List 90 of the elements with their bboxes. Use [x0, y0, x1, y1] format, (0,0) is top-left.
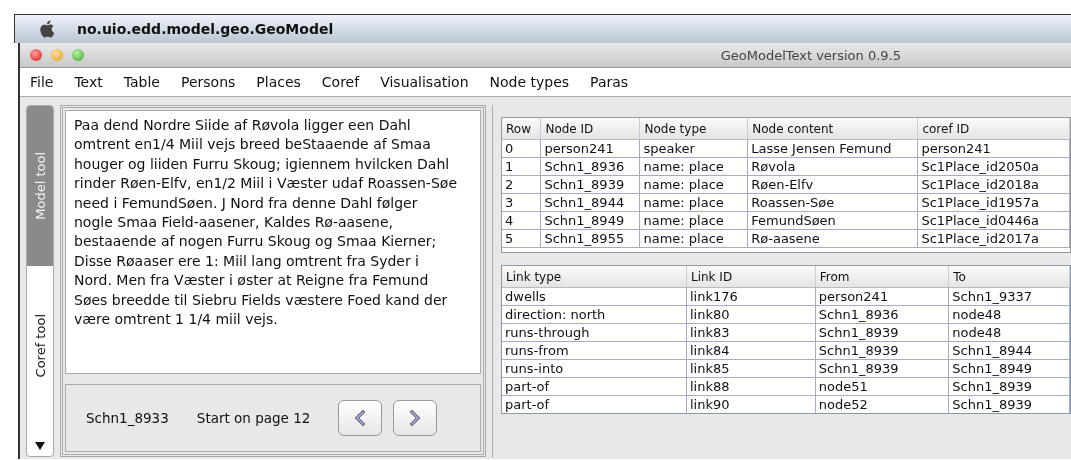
menu-item[interactable]: Persons [180, 74, 236, 90]
table-cell: link88 [686, 377, 816, 396]
previous-icon [353, 409, 368, 427]
table-cell: Schn1_8939 [815, 323, 949, 342]
table-cell: Schn1_9337 [948, 287, 1070, 306]
table-cell: runs-from [502, 341, 687, 360]
table-cell: Roassen-Søe [747, 193, 918, 212]
table-cell: Schn1_8949 [948, 359, 1070, 378]
node-id-label: Schn1_8933 [86, 410, 169, 426]
table-cell: name: place [639, 229, 748, 248]
column-header[interactable]: Node type [639, 118, 748, 140]
table-cell: Schn1_8944 [540, 193, 640, 212]
table-cell: Sc1Place_id2017a [917, 229, 1070, 248]
table-cell: Schn1_8944 [948, 341, 1070, 360]
table-cell: Sc1Place_id1957a [917, 193, 1070, 212]
table-cell: Schn1_8939 [815, 341, 949, 360]
column-header[interactable]: To [948, 266, 1070, 288]
table-cell: Schn1_8939 [540, 175, 640, 194]
table-cell: link83 [686, 323, 816, 342]
table-cell: runs-into [502, 359, 687, 378]
column-header[interactable]: coref ID [917, 118, 1070, 140]
table-cell: link85 [686, 359, 816, 378]
zoom-button[interactable] [72, 49, 84, 61]
table-cell: speaker [639, 139, 748, 158]
previous-button[interactable] [338, 400, 383, 436]
menu-item[interactable]: Paras [590, 74, 629, 90]
app-name[interactable]: no.uio.edd.model.geo.GeoModel [77, 21, 334, 37]
column-header[interactable]: Row [502, 118, 541, 140]
column-header[interactable]: Node content [747, 118, 918, 140]
minimize-button[interactable] [51, 49, 63, 61]
next-button[interactable] [393, 400, 438, 436]
column-header[interactable]: Link type [502, 266, 687, 288]
table-cell: node48 [948, 305, 1070, 324]
table-cell: 2 [502, 175, 541, 194]
table-cell: FemundSøen [747, 211, 918, 230]
table-cell: name: place [639, 157, 748, 176]
menu-item[interactable]: Coref [321, 74, 360, 90]
table-cell: node48 [948, 323, 1070, 342]
table-cell: runs-through [502, 323, 687, 342]
table-cell: Schn1_8955 [540, 229, 640, 248]
table-cell: Schn1_8949 [540, 211, 640, 230]
table-cell: dwells [502, 287, 687, 306]
source-text: Paa dend Nordre Siide af Røvola ligger een Dahl omtrent en1/4 Miil vejs breed beStaaende af Smaa houger og liiden Furru Skoug; igiennem hvilcken Dahl rinder Røen-Elfv, en1/2 Miil i Væster udaf Roassen-Søe need i FemundSøen. J Nord fra denne Dahl følger nogle Smaa Field-aasener, Kaldes Rø-aasene, bestaaende af nogen Furru Skoug og Smaa Kierner; Disse Røaaser ere 1: Miil lang omtrent fra Syder i Nord. Men fra Væster i øster at Reigne fra Femund Søes breedde til Siebru Fields væstere Foed kand der være omtrent 1 1/4 miil vejs. [74, 116, 458, 330]
next-icon [408, 409, 423, 427]
table-cell: name: place [639, 175, 748, 194]
scroll-down-icon[interactable] [35, 442, 45, 450]
table-cell: Sc1Place_id0446a [917, 211, 1070, 230]
table-cell: Schn1_8939 [948, 395, 1070, 413]
table-cell: Lasse Jensen Femund [747, 139, 918, 158]
table-cell: part-of [502, 395, 687, 413]
menu-item[interactable]: Table [123, 74, 160, 90]
menu-item[interactable]: Text [74, 74, 103, 90]
table-cell: Rø-aasene [747, 229, 918, 248]
table-cell: link80 [686, 305, 816, 324]
table-cell: node52 [815, 395, 949, 413]
table-cell: Schn1_8936 [815, 305, 949, 324]
table-cell: 4 [502, 211, 541, 230]
table-cell: Sc1Place_id2018a [917, 175, 1070, 194]
table-cell: link176 [686, 287, 816, 306]
table-cell: Sc1Place_id2050a [917, 157, 1070, 176]
table-cell: Schn1_8939 [815, 359, 949, 378]
table-cell: part-of [502, 377, 687, 396]
table-cell: link90 [686, 395, 816, 413]
column-header[interactable]: Link ID [686, 266, 816, 288]
apple-icon[interactable] [39, 18, 57, 40]
table-cell: 0 [502, 139, 541, 158]
table-cell: 5 [502, 229, 541, 248]
table-cell: Schn1_8936 [540, 157, 640, 176]
table-cell: node51 [815, 377, 949, 396]
table-cell: 3 [502, 193, 541, 212]
table-cell: link84 [686, 341, 816, 360]
table-cell: name: place [639, 193, 748, 212]
window-title: GeoModelText version 0.9.5 [720, 47, 901, 63]
menu-item[interactable]: File [30, 74, 54, 90]
table-cell: direction: north [502, 305, 687, 324]
column-header[interactable]: From [815, 266, 949, 288]
menu-item[interactable]: Node types [489, 74, 570, 90]
menu-item[interactable]: Places [256, 74, 301, 90]
menu-item[interactable]: Visualisation [380, 74, 469, 90]
page-label: Start on page 12 [196, 410, 311, 426]
table-cell: person241 [815, 287, 949, 306]
table-cell: Schn1_8939 [948, 377, 1070, 396]
table-cell: Røen-Elfv [747, 175, 918, 194]
table-cell: Røvola [747, 157, 918, 176]
column-header[interactable]: Node ID [540, 118, 640, 140]
close-button[interactable] [30, 49, 42, 61]
table-cell: 1 [502, 157, 541, 176]
table-cell: name: place [639, 211, 748, 230]
table-cell: person241 [540, 139, 640, 158]
table-cell: person241 [917, 139, 1070, 158]
